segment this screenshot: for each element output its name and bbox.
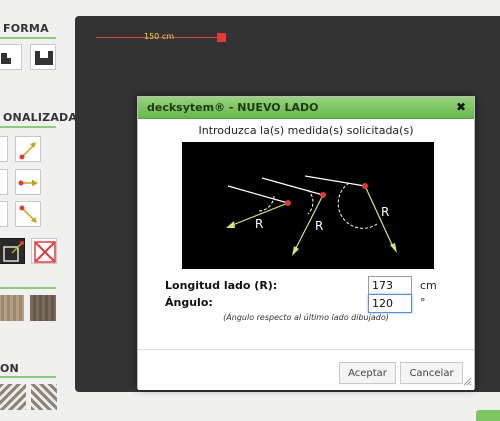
dialog-subtitle: Introduzca la(s) medida(s) solicitada(s) <box>198 124 414 137</box>
resize-grip-icon[interactable] <box>463 377 472 386</box>
section-title-personalizada: ONALIZADA <box>3 111 78 124</box>
delete-x-icon <box>34 241 56 263</box>
arrow-diagonal-up-icon <box>19 142 36 160</box>
left-sidebar: FORMA ONALIZADA ON <box>0 0 77 421</box>
angle-label: Ángulo: <box>165 296 213 309</box>
accept-button[interactable]: Aceptar <box>339 362 396 384</box>
arrow-right-icon <box>18 179 38 187</box>
length-input[interactable] <box>368 276 412 295</box>
dialog-header[interactable]: decksytem® - NUEVO LADO ✖ <box>138 97 474 119</box>
scale-slider-handle[interactable] <box>217 33 226 42</box>
corner-action-button[interactable] <box>476 410 500 421</box>
wood-swatch-dark[interactable] <box>30 295 56 321</box>
dialog-footer: Aceptar Cancelar <box>138 349 474 390</box>
length-label: Longitud lado (R): <box>165 279 278 292</box>
orientation-diagonal-left-button[interactable] <box>0 384 26 410</box>
section-title-forma: FORMA <box>3 22 49 35</box>
angle-help-note: (Ángulo respecto al último lado dibujado… <box>223 313 389 322</box>
section-divider <box>0 287 56 289</box>
angle-diagram-illustration: R R R <box>226 175 397 256</box>
diagram-label-r: R <box>255 217 263 231</box>
angle-unit: ° <box>420 296 426 309</box>
notch-shape-icon <box>1 53 11 64</box>
delete-shape-button[interactable] <box>31 238 57 264</box>
close-shape-icon <box>3 241 24 262</box>
angle-input[interactable] <box>368 294 412 313</box>
side-tool-button[interactable] <box>0 169 8 195</box>
section-divider <box>0 126 56 128</box>
close-icon[interactable]: ✖ <box>456 100 466 114</box>
length-unit: cm <box>420 279 437 292</box>
side-diagonal-up-button[interactable] <box>15 136 41 162</box>
orientation-diagonal-right-button[interactable] <box>31 384 57 410</box>
side-tool-button[interactable] <box>0 136 8 162</box>
angle-diagram: R R R <box>182 142 434 269</box>
shape-tool-u-button[interactable] <box>30 44 56 70</box>
scale-slider-label: 150 cm <box>144 32 175 41</box>
section-title-orientacion: ON <box>0 362 19 375</box>
wood-swatch-light[interactable] <box>0 295 24 321</box>
side-horizontal-button[interactable] <box>15 169 41 195</box>
section-divider <box>0 376 56 378</box>
cancel-button[interactable]: Cancelar <box>400 362 463 384</box>
diagram-label-r: R <box>315 219 323 233</box>
side-tool-button[interactable] <box>0 201 8 227</box>
arrow-diagonal-down-icon <box>19 205 37 223</box>
diagram-label-r: R <box>381 205 389 219</box>
close-shape-button[interactable] <box>0 238 25 264</box>
section-divider <box>0 37 56 39</box>
side-diagonal-down-button[interactable] <box>15 201 41 227</box>
dialog-title: decksytem® - NUEVO LADO <box>147 101 319 114</box>
shape-tool-notch-button[interactable] <box>0 44 22 70</box>
new-side-dialog: decksytem® - NUEVO LADO ✖ Introduzca la(… <box>137 96 475 390</box>
u-shape-icon <box>35 51 53 65</box>
